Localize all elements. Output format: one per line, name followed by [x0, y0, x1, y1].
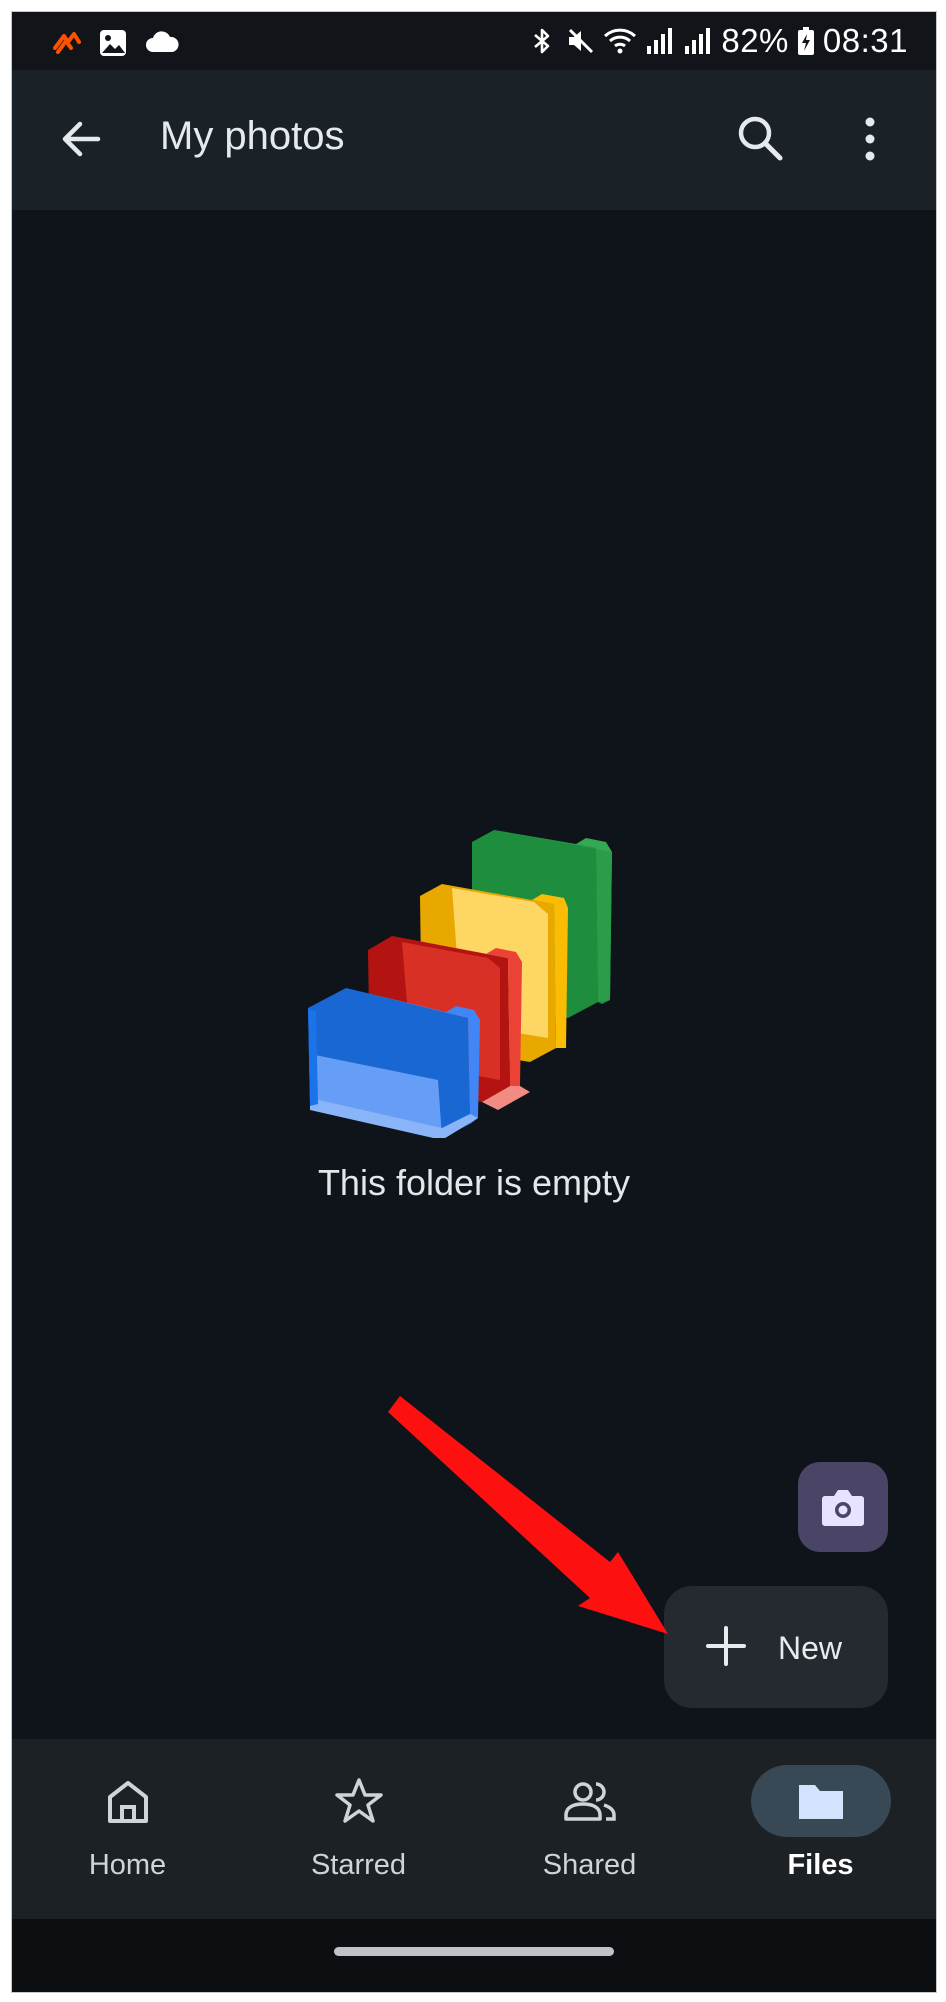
mute-icon: [565, 26, 595, 56]
empty-folders-illustration: [302, 818, 652, 1140]
nav-label-files: Files: [787, 1849, 854, 1881]
annotation-arrow: [388, 1396, 668, 1634]
home-icon: [98, 1775, 158, 1827]
more-vert-icon[interactable]: [850, 108, 890, 170]
shared-people-icon: [560, 1775, 620, 1827]
nav-item-home[interactable]: Home: [12, 1739, 243, 1919]
gesture-handle[interactable]: [334, 1947, 614, 1956]
arrow-back-icon[interactable]: [50, 108, 112, 170]
nav-label-starred: Starred: [310, 1849, 407, 1881]
nav-item-shared[interactable]: Shared: [474, 1739, 705, 1919]
strava-icon: [52, 28, 82, 58]
nav-item-starred[interactable]: Starred: [243, 1739, 474, 1919]
signal-icon: [683, 26, 713, 56]
bluetooth-icon: [527, 26, 557, 56]
gesture-bar: [12, 1919, 936, 1992]
clock: 08:31: [822, 22, 908, 59]
plus-icon: [704, 1624, 748, 1668]
wifi-icon: [603, 26, 637, 56]
cloud-icon: [144, 28, 180, 58]
status-bar: 82% 08:31: [12, 12, 936, 70]
bottom-navigation: Home Starred Shared Files: [12, 1739, 936, 1919]
battery-percent: 82%: [721, 22, 789, 59]
app-bar: My photos: [12, 70, 936, 210]
page-title: My photos: [160, 114, 345, 158]
nav-label-home: Home: [88, 1849, 167, 1881]
camera-icon: [822, 1490, 864, 1526]
nav-item-files[interactable]: Files: [705, 1739, 936, 1919]
gallery-icon: [98, 28, 128, 58]
nav-label-shared: Shared: [542, 1849, 637, 1881]
folder-icon: [791, 1775, 851, 1827]
signal-icon: [645, 26, 675, 56]
empty-state-message: This folder is empty: [317, 1162, 631, 1203]
new-button-label: New: [778, 1630, 843, 1666]
phone-screen: 82% 08:31 My photos This folder is empty…: [12, 12, 936, 1992]
star-icon: [329, 1775, 389, 1827]
search-icon[interactable]: [730, 108, 792, 170]
battery-charging-icon: [797, 26, 815, 56]
new-button[interactable]: New: [664, 1586, 888, 1708]
camera-scan-button[interactable]: [798, 1462, 888, 1552]
